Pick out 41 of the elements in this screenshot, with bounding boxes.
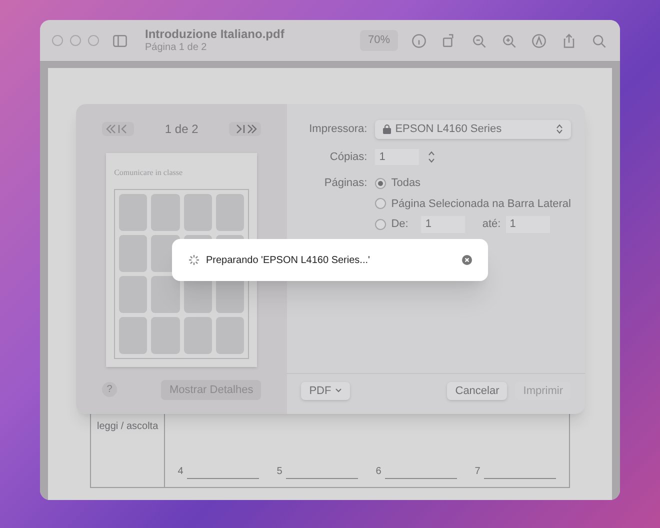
spinner-icon	[188, 254, 200, 266]
zoom-level[interactable]: 70%	[360, 30, 398, 51]
markup-icon[interactable]	[530, 32, 548, 50]
cancel-button[interactable]: Cancelar	[447, 382, 508, 400]
chevron-down-icon	[335, 388, 342, 394]
from-field[interactable]: 1	[421, 216, 466, 232]
row-label: leggi / ascolta	[97, 421, 158, 432]
to-field[interactable]: 1	[506, 216, 550, 232]
window-control[interactable]	[70, 35, 81, 46]
lock-icon	[383, 124, 392, 134]
to-label: até:	[482, 217, 501, 232]
info-icon[interactable]	[410, 32, 428, 50]
stepper-icon[interactable]	[427, 150, 436, 164]
blank-number: 4	[178, 465, 184, 479]
chevrons-icon	[556, 124, 563, 134]
printer-label: Impressora:	[308, 122, 368, 137]
pdf-button[interactable]: PDF	[301, 382, 350, 400]
thumbnail-title: Comunicare in classe	[114, 167, 184, 179]
radio-button[interactable]	[375, 178, 386, 189]
printer-select[interactable]: EPSON L4160 Series	[375, 120, 571, 138]
copies-field[interactable]: 1	[375, 148, 420, 165]
blank-number: 7	[474, 465, 480, 479]
window-control[interactable]	[88, 35, 99, 46]
radio-button[interactable]	[375, 198, 386, 210]
radio-label: Todas	[391, 176, 421, 191]
page-counter: 1 de 2	[164, 121, 198, 138]
copies-label: Cópias:	[328, 150, 368, 164]
help-button[interactable]: ?	[102, 382, 117, 398]
radio-label: De:	[391, 217, 408, 232]
toast-message: Preparando 'EPSON L4160 Series...'	[206, 254, 371, 268]
previous-page-buttons[interactable]	[102, 122, 134, 136]
blank-number: 5	[276, 465, 282, 479]
radio-button[interactable]	[375, 218, 386, 230]
pages-label: Páginas:	[323, 176, 368, 191]
window-title: Introduzione Italiano.pdf	[145, 26, 284, 42]
radio-label: Página Selecionada na Barra Lateral	[391, 196, 571, 212]
next-page-buttons[interactable]	[229, 122, 262, 136]
blank-number: 6	[376, 465, 382, 479]
window-subtitle: Página 1 de 2	[145, 42, 208, 54]
close-icon[interactable]	[462, 255, 472, 265]
window-control[interactable]	[52, 35, 63, 46]
